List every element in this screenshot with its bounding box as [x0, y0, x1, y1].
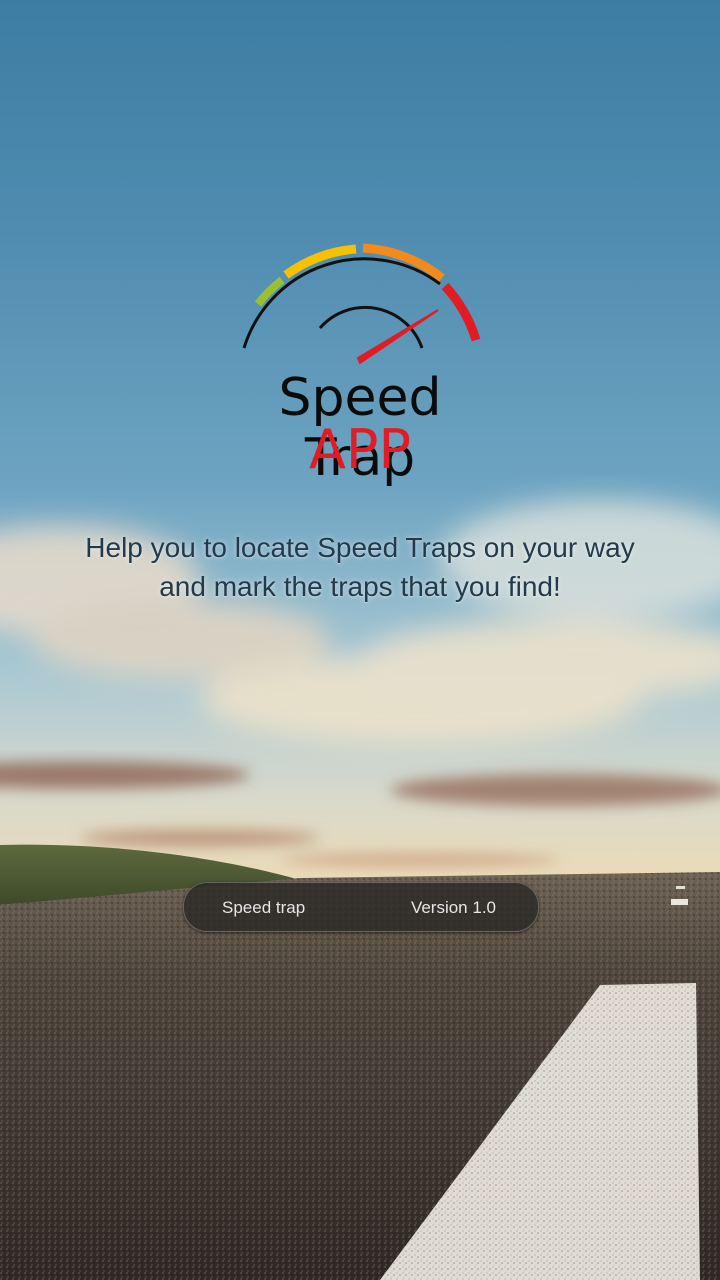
app-label: Speed trap: [222, 898, 306, 917]
splash-screen: Speed Trap APP Help you to locate Speed …: [0, 0, 720, 1280]
info-bar: Speed trap Version 1.0: [183, 882, 539, 932]
brand-sub: APP: [308, 418, 412, 481]
app-logo: Speed Trap APP: [230, 240, 490, 488]
version-label: Version 1.0: [410, 898, 496, 917]
road-ground-background: [0, 844, 720, 1280]
speedometer-icon: [242, 243, 481, 365]
tagline: Help you to locate Speed Traps on your w…: [85, 532, 635, 602]
